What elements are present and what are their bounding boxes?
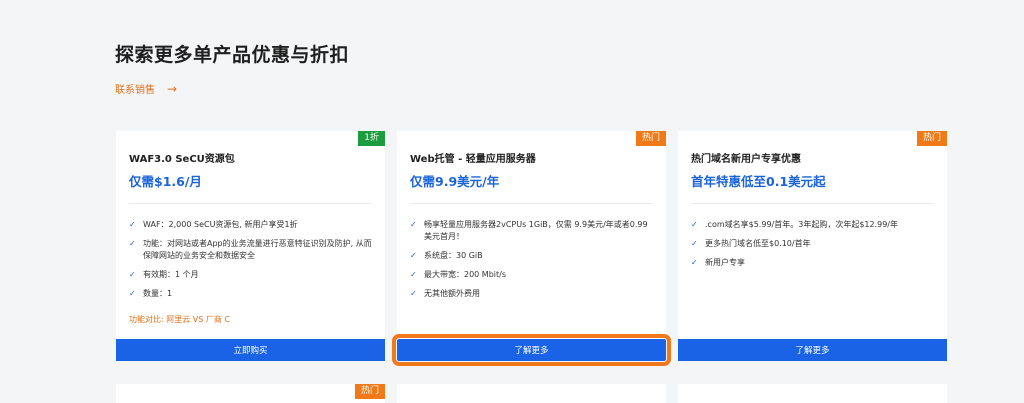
card-price: 仅需$1.6/月 [129, 174, 202, 189]
feature-item: ✓ 最大带宽：200 Mbit/s [410, 270, 507, 279]
feature-item: ✓ 功能：对网站或者App的业务流量进行恶意特征识别及防护, 从而保障网站的业务安… [129, 239, 372, 260]
hot-badge: 热门 [354, 384, 385, 399]
card-price: 首年特惠低至0.1美元起 [691, 174, 826, 189]
check-icon: ✓ [129, 220, 136, 229]
check-icon: ✓ [691, 239, 698, 248]
feature-compare-link[interactable]: 功能对比: 阿里云 VS 厂商 C [129, 314, 230, 325]
card-title: 热门域名新用户专享优惠 [691, 154, 801, 165]
feature-item: ✓ 新用户专享 [691, 258, 745, 267]
check-icon: ✓ [129, 289, 136, 298]
feature-list: ✓ .com域名享$5.99/首年。3年起购，次年起$12.99/年 ✓ 更多热门域… [691, 219, 935, 276]
hot-badge: 热门 [635, 131, 666, 146]
card-title: Web托管 - 轻量应用服务器 [410, 154, 536, 165]
feature-item: ✓ 畅享轻量应用服务器2vCPUs 1GiB，仅需 9.9美元/年或者0.99美元… [410, 220, 648, 241]
check-icon: ✓ [410, 220, 417, 229]
learn-more-button[interactable]: 了解更多 [392, 334, 671, 366]
feature-item: ✓ WAF：2,000 SeCU资源包, 新用户享受1折 [129, 220, 298, 229]
product-card-domain: 热门 热门域名新用户专享优惠 首年特惠低至0.1美元起 ✓ .com域名享$5.9… [678, 131, 947, 361]
card-title: WAF3.0 SeCU资源包 [129, 154, 235, 165]
feature-item: ✓ 数量：1 [129, 289, 173, 298]
divider [129, 203, 372, 204]
product-card-web-hosting: 热门 Web托管 - 轻量应用服务器 仅需9.9美元/年 ✓ 畅享轻量应用服务器2… [392, 131, 671, 366]
feature-item: ✓ 更多热门域名低至$0.10/首年 [691, 239, 811, 248]
check-icon: ✓ [410, 251, 417, 260]
product-card-waf: 1折 WAF3.0 SeCU资源包 仅需$1.6/月 ✓ WAF：2,000 Se… [116, 131, 385, 361]
divider [410, 203, 653, 204]
product-card-next-3 [678, 384, 947, 403]
check-icon: ✓ [129, 270, 136, 279]
check-icon: ✓ [691, 220, 698, 229]
check-icon: ✓ [410, 289, 417, 298]
check-icon: ✓ [691, 258, 698, 267]
card-price: 仅需9.9美元/年 [410, 174, 500, 189]
feature-item: ✓ .com域名享$5.99/首年。3年起购，次年起$12.99/年 [691, 220, 899, 229]
hot-badge: 热门 [916, 131, 947, 146]
feature-item: ✓ 有效期：1 个月 [129, 270, 199, 279]
contact-sales-link[interactable]: 联系销售 → [115, 81, 178, 97]
feature-item: ✓ 无其他额外费用 [410, 289, 480, 298]
check-icon: ✓ [129, 239, 136, 248]
check-icon: ✓ [410, 270, 417, 279]
discount-badge: 1折 [358, 131, 385, 146]
product-card-next-1: 热门 [116, 384, 385, 403]
contact-sales-label: 联系销售 [115, 85, 155, 96]
arrow-right-icon: → [167, 81, 178, 96]
divider [691, 203, 934, 204]
feature-item: ✓ 系统盘：30 GiB [410, 251, 483, 260]
product-card-next-2 [397, 384, 666, 403]
feature-list: ✓ WAF：2,000 SeCU资源包, 新用户享受1折 ✓ 功能：对网站或者App… [129, 219, 373, 307]
learn-more-button[interactable]: 了解更多 [678, 339, 947, 361]
page-title: 探索更多单产品优惠与折扣 [115, 44, 350, 66]
feature-list: ✓ 畅享轻量应用服务器2vCPUs 1GiB，仅需 9.9美元/年或者0.99美元… [410, 219, 654, 307]
buy-now-button[interactable]: 立即购买 [116, 339, 385, 361]
